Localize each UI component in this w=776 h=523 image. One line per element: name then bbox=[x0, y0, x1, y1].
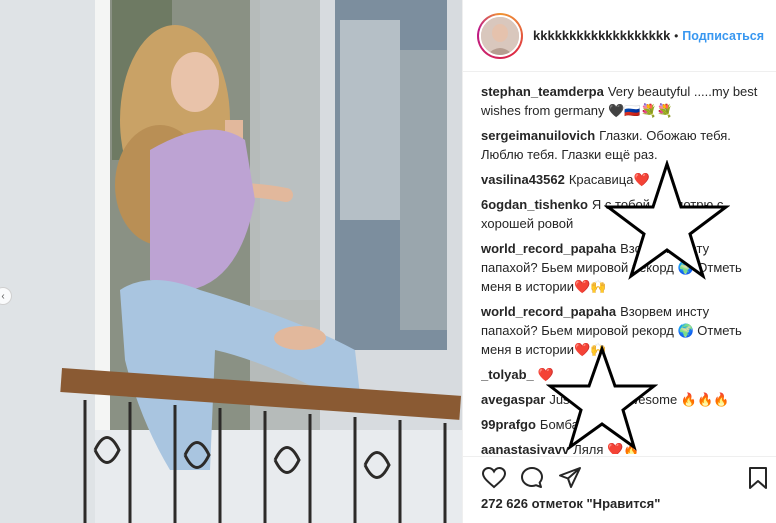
comment-username[interactable]: _tolyab_ bbox=[481, 367, 534, 382]
comment-username[interactable]: avegaspar bbox=[481, 392, 545, 407]
list-item: _tolyab_ ❤️ bbox=[481, 365, 766, 384]
comment-text: ❤️ bbox=[537, 367, 554, 382]
comment-text: Бомба bbox=[539, 417, 579, 432]
follow-button[interactable]: Подписаться bbox=[682, 29, 764, 43]
list-item: vasilina43562 Красавица❤️ bbox=[481, 170, 766, 189]
comment-icon[interactable] bbox=[519, 465, 545, 491]
list-item: stephan_teamderpa Very beautyful .....my … bbox=[481, 82, 766, 120]
comment-username[interactable]: sergeimanuilovich bbox=[481, 128, 595, 143]
comment-text: Красавица❤️ bbox=[568, 172, 650, 187]
list-item: 6ogdan_tishenko Я с тобой посмотрю с хоро… bbox=[481, 195, 766, 233]
post-photo[interactable]: ‹ bbox=[0, 0, 462, 523]
list-item: aanastasiyavv Ляля ❤️🔥 bbox=[481, 440, 766, 454]
post-actions bbox=[463, 456, 776, 496]
heart-icon[interactable] bbox=[481, 465, 507, 491]
post-header: kkkkkkkkkkkkkkkkkkkkkkkkk • Подписаться bbox=[463, 0, 776, 72]
separator-dot: • bbox=[674, 28, 679, 43]
list-item: world_record_papaha Взорвем инсту папахой… bbox=[481, 239, 766, 296]
photo-illustration bbox=[0, 0, 462, 523]
avatar[interactable] bbox=[477, 12, 523, 59]
comment-text: Just fucking awesome 🔥🔥🔥 bbox=[549, 392, 730, 407]
likes-count[interactable]: 272 626 отметок "Нравится" bbox=[481, 496, 660, 511]
comment-username[interactable]: world_record_papaha bbox=[481, 241, 616, 256]
comment-username[interactable]: stephan_teamderpa bbox=[481, 84, 604, 99]
post-sidebar: kkkkkkkkkkkkkkkkkkkkkkkkk • Подписаться … bbox=[462, 0, 776, 523]
post-username[interactable]: kkkkkkkkkkkkkkkkkkkkkkkkk bbox=[533, 28, 670, 43]
comment-username[interactable]: world_record_papaha bbox=[481, 304, 616, 319]
list-item: sergeimanuilovich Глазки. Обожаю тебя. Лю… bbox=[481, 126, 766, 164]
comment-username[interactable]: vasilina43562 bbox=[481, 172, 565, 187]
comment-username[interactable]: aanastasiyavv bbox=[481, 442, 569, 454]
bookmark-icon[interactable] bbox=[745, 465, 771, 491]
list-item: avegaspar Just fucking awesome 🔥🔥🔥 bbox=[481, 390, 766, 409]
comment-text: Ляля ❤️🔥 bbox=[573, 442, 640, 454]
share-icon[interactable] bbox=[557, 465, 583, 491]
comment-username[interactable]: 6ogdan_tishenko bbox=[481, 197, 588, 212]
avatar-image bbox=[481, 16, 519, 55]
comment-username[interactable]: 99prafgo bbox=[481, 417, 536, 432]
comment-list: stephan_teamderpa Very beautyful .....my … bbox=[481, 82, 766, 454]
list-item: 99prafgo Бомба bbox=[481, 415, 766, 434]
list-item: world_record_papaha Взорвем инсту папахой… bbox=[481, 302, 766, 359]
